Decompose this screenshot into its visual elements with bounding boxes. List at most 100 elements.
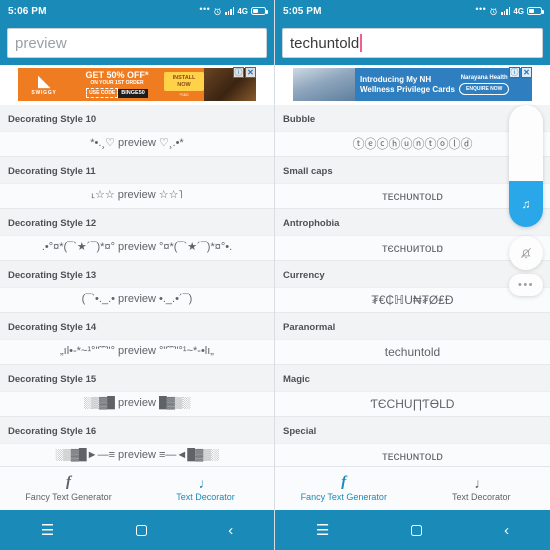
ad-container: ◣ SWIGGY GET 50% OFF* ON YOUR 1ST ORDER … (0, 65, 274, 105)
style-preview[interactable]: (¯`•._.• preview •._.•´¯) (0, 287, 274, 313)
ad-promo-code: USE CODE BINGE50 (86, 88, 148, 98)
ad-badges: ⓘ ✕ (233, 67, 256, 78)
status-bar: 5:05 PM ••• 4G (275, 0, 550, 22)
ad-container: Introducing My NH Wellness Privilege Car… (275, 65, 550, 105)
list-item[interactable]: Decorating Style 16 ░▒▓█►—≡ preview ≡—◄█… (0, 417, 274, 466)
back-icon[interactable]: ‹ (228, 523, 233, 538)
ad-cta-button[interactable]: INSTALL NOW (164, 72, 204, 91)
notification-dots-icon: ••• (475, 3, 487, 14)
style-preview[interactable]: *•.¸♡ preview ♡¸.•* (0, 131, 274, 157)
ad-subline: ON YOUR 1ST ORDER (90, 80, 144, 86)
search-input[interactable]: techuntold (282, 28, 543, 58)
menu-icon[interactable]: ☰ (316, 523, 329, 538)
right-screen: 5:05 PM ••• 4G techuntold Introducing My… (275, 0, 550, 550)
ad-info-icon[interactable]: ⓘ (509, 67, 520, 78)
search-input-value: techuntold (290, 34, 360, 52)
list-item[interactable]: Decorating Style 10 *•.¸♡ preview ♡¸.•* (0, 105, 274, 157)
bottom-tab-bar: f Fancy Text Generator ♩ Text Decorator (275, 466, 550, 510)
ad-code-label: USE CODE (86, 88, 119, 98)
ad-code-value: BINGE50 (118, 88, 148, 98)
android-nav-bar: ☰ ‹ (275, 510, 550, 550)
f-italic-icon: f (341, 474, 347, 490)
home-icon[interactable] (135, 524, 147, 536)
style-title: Decorating Style 16 (8, 426, 97, 437)
tab-text-decorator[interactable]: ♩ Text Decorator (137, 476, 274, 502)
list-item[interactable]: Paranormal techuntold (275, 313, 550, 365)
ad-copy: Introducing My NH Wellness Privilege Car… (355, 68, 532, 101)
ad-banner-narayana-health[interactable]: Introducing My NH Wellness Privilege Car… (293, 68, 532, 101)
ad-cta-wrap[interactable]: INSTALL NOW *T&C (164, 68, 204, 101)
tab-label: Fancy Text Generator (300, 492, 387, 502)
ad-headline-line1: Introducing My NH (360, 74, 432, 84)
style-title: Decorating Style 12 (8, 218, 97, 229)
signal-bars-icon (501, 7, 511, 15)
music-note-pen-icon: ♩ (474, 474, 489, 491)
list-item[interactable]: Decorating Style 13 (¯`•._.• preview •._… (0, 261, 274, 313)
music-note-icon: ♫ (521, 197, 531, 211)
list-item[interactable]: Special ᴛᴇᴄʜᴜɴᴛᴏʟᴅ (275, 417, 550, 466)
tab-label: Fancy Text Generator (25, 492, 112, 502)
left-screen: 5:06 PM ••• 4G preview ◣ SWIGGY GET 50% … (0, 0, 275, 550)
style-preview[interactable]: techuntold (275, 339, 550, 365)
ad-headline: GET 50% OFF* (85, 70, 149, 80)
volume-slider[interactable]: ♫ (509, 105, 543, 227)
style-title: Decorating Style 13 (8, 270, 97, 281)
input-header: techuntold (275, 22, 550, 65)
alarm-clock-icon (214, 7, 222, 15)
ad-terms: *T&C (179, 91, 189, 97)
volume-slider-fill: ♫ (509, 181, 543, 227)
ad-close-icon[interactable]: ✕ (521, 67, 532, 78)
notification-dots-icon: ••• (199, 3, 211, 14)
ad-lifestyle-image (293, 68, 355, 101)
network-type-label: 4G (237, 6, 248, 16)
home-icon[interactable] (411, 524, 423, 536)
ad-brand-name: Narayana Health (460, 74, 508, 81)
ad-close-icon[interactable]: ✕ (245, 67, 256, 78)
ad-copy: GET 50% OFF* ON YOUR 1ST ORDER USE CODE … (70, 68, 164, 101)
ad-badges: ⓘ ✕ (509, 67, 532, 78)
tab-fancy-text-generator[interactable]: f Fancy Text Generator (0, 475, 137, 503)
style-title: Decorating Style 10 (8, 114, 97, 125)
tab-text-decorator[interactable]: ♩ Text Decorator (413, 476, 550, 502)
status-time: 5:05 PM (283, 5, 322, 17)
style-title: Decorating Style 15 (8, 374, 97, 385)
style-title: Special (283, 426, 317, 437)
battery-icon (527, 7, 544, 15)
style-preview[interactable]: „ıl•-*~¹°"˜˜"° preview °"˜˜"°¹~*-•lı„ (0, 339, 274, 365)
search-input-value: preview (15, 34, 67, 52)
search-input[interactable]: preview (7, 28, 267, 58)
style-title: Paranormal (283, 322, 336, 333)
style-preview[interactable]: .•°¤*(¯`★´¯)*¤° preview °¤*(¯`★´¯)*¤°•. (0, 235, 274, 261)
more-options-button[interactable]: ••• (509, 274, 543, 296)
ad-info-icon[interactable]: ⓘ (233, 67, 244, 78)
style-preview[interactable]: ƬЄCHU∏ƬӨLD (275, 391, 550, 417)
back-icon[interactable]: ‹ (504, 523, 509, 538)
status-icons: ••• 4G (475, 3, 544, 16)
menu-icon[interactable]: ☰ (41, 523, 54, 538)
style-preview[interactable]: ˪☆☆ preview ☆☆˥ (0, 183, 274, 209)
style-preview[interactable]: ᴛᴇᴄʜᴜɴᴛᴏʟᴅ (275, 443, 550, 466)
list-item[interactable]: Decorating Style 14 „ıl•-*~¹°"˜˜"° previ… (0, 313, 274, 365)
list-item[interactable]: Decorating Style 11 ˪☆☆ preview ☆☆˥ (0, 157, 274, 209)
decorating-style-list[interactable]: Decorating Style 10 *•.¸♡ preview ♡¸.•* … (0, 105, 274, 466)
ad-cta-button[interactable]: ENQUIRE NOW (459, 82, 510, 95)
floating-controls: ♫ ••• (509, 105, 547, 296)
list-item[interactable]: Decorating Style 12 .•°¤*(¯`★´¯)*¤° prev… (0, 209, 274, 261)
list-item[interactable]: Magic ƬЄCHU∏ƬӨLD (275, 365, 550, 417)
mute-bell-button[interactable] (509, 236, 543, 270)
style-title: Decorating Style 14 (8, 322, 97, 333)
style-title: Decorating Style 11 (8, 166, 96, 177)
signal-bars-icon (225, 7, 235, 15)
style-preview[interactable]: ░▒▓█ preview █▓▒░ (0, 391, 274, 417)
list-item[interactable]: Decorating Style 15 ░▒▓█ preview █▓▒░ (0, 365, 274, 417)
alarm-clock-icon (490, 7, 498, 15)
tab-label: Text Decorator (176, 491, 235, 502)
bottom-tab-bar: f Fancy Text Generator ♩ Text Decorator (0, 466, 274, 510)
screenshot-comparison: 5:06 PM ••• 4G preview ◣ SWIGGY GET 50% … (0, 0, 550, 550)
style-preview[interactable]: ░▒▓█►—≡ preview ≡—◄█▓▒░ (0, 443, 274, 466)
status-time: 5:06 PM (8, 5, 47, 17)
ad-brand-logo: ◣ SWIGGY (18, 68, 70, 101)
swiggy-mark-icon: ◣ (38, 72, 50, 90)
ad-banner-swiggy[interactable]: ◣ SWIGGY GET 50% OFF* ON YOUR 1ST ORDER … (18, 68, 256, 101)
tab-fancy-text-generator[interactable]: f Fancy Text Generator (275, 474, 413, 503)
